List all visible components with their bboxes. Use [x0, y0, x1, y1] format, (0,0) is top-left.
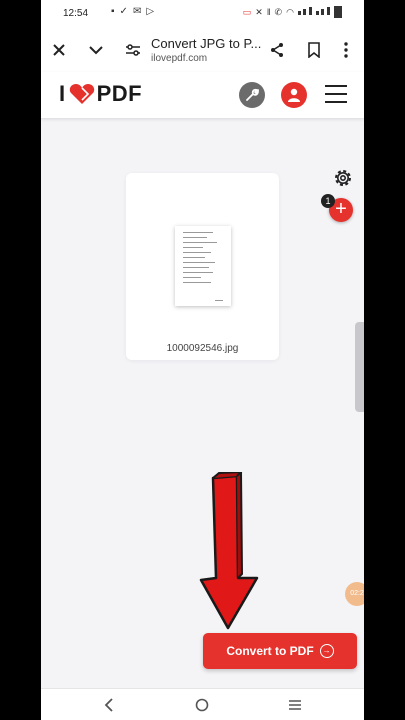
signal-icon — [297, 7, 312, 17]
browser-toolbar: Convert JPG to P... ilovepdf.com — [41, 28, 364, 72]
bookmark-icon[interactable] — [302, 38, 326, 62]
share-icon[interactable] — [265, 38, 289, 62]
hamburger-icon[interactable] — [325, 85, 347, 105]
wifi-icon: ◠ — [286, 6, 294, 17]
chevron-down-icon[interactable] — [84, 38, 108, 62]
system-icons: ▭ ✕ ‖ ✆ ◠ — [243, 6, 342, 18]
status-time: 12:54 — [63, 8, 89, 19]
page-url[interactable]: ilovepdf.com — [151, 53, 207, 64]
sim-icon: ▪ — [111, 6, 115, 17]
scrollbar-thumb[interactable] — [355, 322, 364, 412]
notification-icons: ▪ ✓ ✉ ▷ — [111, 6, 154, 17]
file-count-badge: 1 — [321, 194, 335, 208]
mail-icon: ✉ — [132, 6, 142, 17]
signal2-icon — [315, 7, 330, 17]
heart-icon — [69, 84, 94, 104]
android-nav-bar — [41, 688, 364, 720]
gear-icon[interactable] — [331, 166, 355, 190]
site-header: I PDF — [41, 72, 364, 119]
file-card[interactable]: 1000092546.jpg — [126, 173, 279, 360]
check-icon: ✓ — [119, 6, 128, 17]
plus-icon: + — [335, 198, 347, 220]
wrench-icon — [246, 88, 259, 101]
file-thumbnail — [175, 226, 231, 306]
tune-icon[interactable] — [121, 38, 145, 62]
page-title[interactable]: Convert JPG to P... — [151, 36, 261, 51]
home-icon[interactable] — [192, 696, 212, 714]
call-icon: ✆ — [274, 6, 283, 17]
mute-icon: ✕ — [255, 6, 263, 17]
play-store-icon: ▷ — [146, 6, 155, 17]
status-bar: 12:54 ▪ ✓ ✉ ▷ ▭ ✕ ‖ ✆ ◠ — [41, 0, 364, 28]
tools-button[interactable] — [239, 82, 265, 108]
user-icon — [288, 88, 300, 102]
recents-icon[interactable] — [285, 696, 305, 714]
vibrate-icon: ‖ — [266, 7, 271, 17]
convert-label: Convert to PDF — [226, 644, 314, 658]
battery-icon — [334, 6, 342, 18]
more-vert-icon[interactable] — [334, 38, 358, 62]
logo-letter: I — [59, 81, 66, 106]
back-icon[interactable] — [99, 696, 119, 714]
cast-icon: ▭ — [242, 6, 252, 17]
account-button[interactable] — [281, 82, 307, 108]
logo-text: PDF — [96, 81, 143, 106]
timer-bubble[interactable]: 02:2 — [345, 582, 364, 606]
annotation-arrow — [199, 472, 259, 630]
arrow-circle-right-icon: → — [319, 644, 334, 658]
close-icon[interactable] — [47, 38, 71, 62]
phone-screen: 12:54 ▪ ✓ ✉ ▷ ▭ ✕ ‖ ✆ ◠ Convert JPG to P… — [41, 0, 364, 720]
ilovepdf-logo[interactable]: I PDF — [59, 81, 142, 107]
convert-button[interactable]: Convert to PDF → — [203, 633, 357, 669]
file-name: 1000092546.jpg — [166, 343, 239, 354]
